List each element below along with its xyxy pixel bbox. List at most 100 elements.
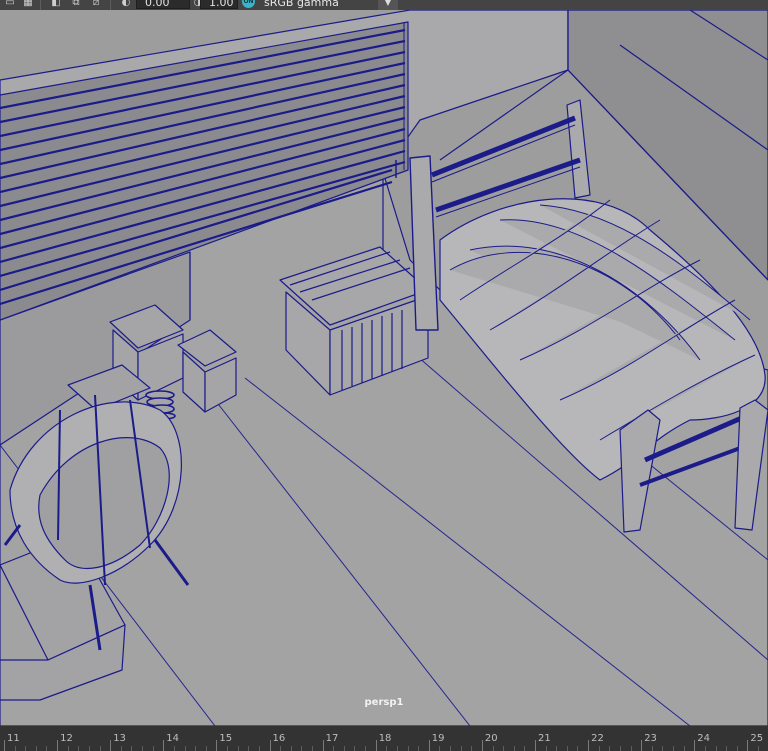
timeline-tick-mark — [535, 740, 536, 751]
timeline-minor-tick — [301, 746, 303, 751]
timeline-minor-tick — [343, 746, 345, 751]
timeline-tick-label: 15 — [219, 733, 233, 744]
timeline-minor-tick — [173, 746, 175, 751]
timeline-minor-tick — [280, 746, 282, 751]
timeline-tick-mark — [375, 740, 377, 751]
time-slider[interactable]: 11 12 13 14 15 16 17 18 19 20 21 22 23 24 25 — [0, 726, 768, 751]
timeline-tick-label: 22 — [591, 733, 604, 744]
toolbar-divider — [40, 0, 41, 10]
timeline-tick-label: 17 — [325, 733, 339, 744]
timeline-minor-tick — [184, 746, 186, 751]
timeline-tick-label: 11 — [7, 733, 20, 744]
timeline-tick-label: 21 — [538, 733, 551, 744]
timeline-minor-tick — [258, 746, 260, 751]
timeline-tick-mark — [481, 740, 483, 751]
timeline-minor-tick — [386, 746, 388, 751]
timeline-tick-mark — [641, 740, 643, 751]
timeline-minor-tick — [683, 746, 685, 751]
timeline-minor-tick — [78, 746, 80, 751]
timeline-minor-tick — [492, 746, 494, 751]
timeline-minor-tick — [630, 746, 632, 751]
timeline-minor-tick — [14, 746, 16, 751]
timeline-tick-label: 23 — [644, 733, 657, 744]
timeline-tick-label: 25 — [750, 733, 764, 744]
timeline-minor-tick — [673, 746, 675, 751]
toolbar-divider — [110, 0, 111, 10]
timeline-minor-tick — [726, 746, 728, 751]
timeline-minor-tick — [471, 746, 473, 751]
timeline-minor-tick — [67, 746, 69, 751]
timeline-minor-tick — [418, 746, 420, 751]
timeline-minor-tick — [503, 746, 505, 751]
scene-wireframe — [0, 10, 768, 726]
timeline-minor-tick — [545, 746, 547, 751]
exposure-icon[interactable]: ◐ — [120, 0, 132, 9]
exposure-field[interactable]: 0.00 — [136, 0, 190, 9]
timeline-minor-tick — [736, 746, 738, 751]
timeline-minor-tick — [407, 746, 409, 751]
grid-icon[interactable]: ▦ — [22, 0, 34, 9]
gamma-field[interactable]: 1.00 — [200, 0, 238, 9]
timeline-minor-tick — [450, 746, 452, 751]
select-icon[interactable]: ▭ — [4, 0, 16, 9]
snap-icon[interactable]: ◧ — [50, 0, 62, 9]
timeline-minor-tick — [460, 746, 462, 751]
timeline-minor-tick — [662, 746, 664, 751]
timeline-minor-tick — [152, 746, 154, 751]
timeline-minor-tick — [619, 746, 621, 751]
timeline-tick-mark — [216, 740, 218, 751]
timeline-tick-mark — [110, 740, 112, 751]
timeline-tick-mark — [322, 740, 324, 751]
timeline-minor-tick — [513, 746, 515, 751]
timeline-minor-tick — [704, 746, 706, 751]
timeline-minor-tick — [566, 746, 568, 751]
timeline-minor-tick — [715, 746, 717, 751]
viewport-toolbar: ▭ ▦ ◧ ⧉ ⧄ ◐ 0.00 ◑ 1.00 ON sRGB gamma ▼ — [0, 0, 768, 10]
timeline-tick-mark — [747, 740, 749, 751]
timeline-tick-mark — [269, 740, 271, 751]
timeline-minor-tick — [290, 746, 292, 751]
timeline-minor-tick — [205, 746, 207, 751]
timeline-minor-tick — [354, 746, 356, 751]
timeline-minor-tick — [35, 746, 37, 751]
timeline-tick-label: 16 — [272, 733, 286, 744]
timeline-tick-label: 14 — [166, 733, 180, 744]
timeline-tick-mark — [428, 740, 430, 751]
timeline-minor-tick — [142, 746, 144, 751]
timeline-minor-tick — [609, 746, 611, 751]
timeline-minor-tick — [248, 746, 250, 751]
timeline-minor-tick — [333, 746, 335, 751]
timeline-minor-tick — [227, 746, 229, 751]
timeline-tick-label: 18 — [378, 733, 392, 744]
timeline-minor-tick — [25, 746, 27, 751]
color-space-dropdown[interactable]: ▼ — [378, 0, 398, 10]
timeline-minor-tick — [598, 746, 600, 751]
camera-name-label: persp1 — [364, 697, 404, 708]
timeline-tick-mark — [4, 740, 5, 751]
timeline-minor-tick — [99, 746, 101, 751]
timeline-minor-tick — [556, 746, 558, 751]
frame-icon[interactable]: ⧄ — [90, 0, 102, 9]
timeline-minor-tick — [524, 746, 526, 751]
timeline-minor-tick — [131, 746, 133, 751]
timeline-minor-tick — [651, 746, 653, 751]
timeline-tick-mark — [57, 740, 59, 751]
copy-icon[interactable]: ⧉ — [70, 0, 82, 9]
timeline-minor-tick — [439, 746, 441, 751]
timeline-minor-tick — [237, 746, 239, 751]
timeline-tick-label: 24 — [697, 733, 711, 744]
timeline-tick-mark — [694, 740, 696, 751]
timeline-minor-tick — [46, 746, 48, 751]
timeline-tick-label: 13 — [113, 733, 126, 744]
timeline-minor-tick — [577, 746, 579, 751]
timeline-tick-mark — [588, 740, 590, 751]
timeline-tick-label: 19 — [431, 733, 445, 744]
timeline-minor-tick — [396, 746, 398, 751]
timeline-minor-tick — [311, 746, 313, 751]
color-management-icon[interactable]: ON — [242, 0, 255, 8]
timeline-minor-tick — [365, 746, 367, 751]
perspective-viewport[interactable] — [0, 10, 768, 726]
timeline-tick-label: 12 — [60, 733, 73, 744]
timeline-minor-tick — [120, 746, 122, 751]
color-space-label: sRGB gamma — [264, 0, 339, 9]
